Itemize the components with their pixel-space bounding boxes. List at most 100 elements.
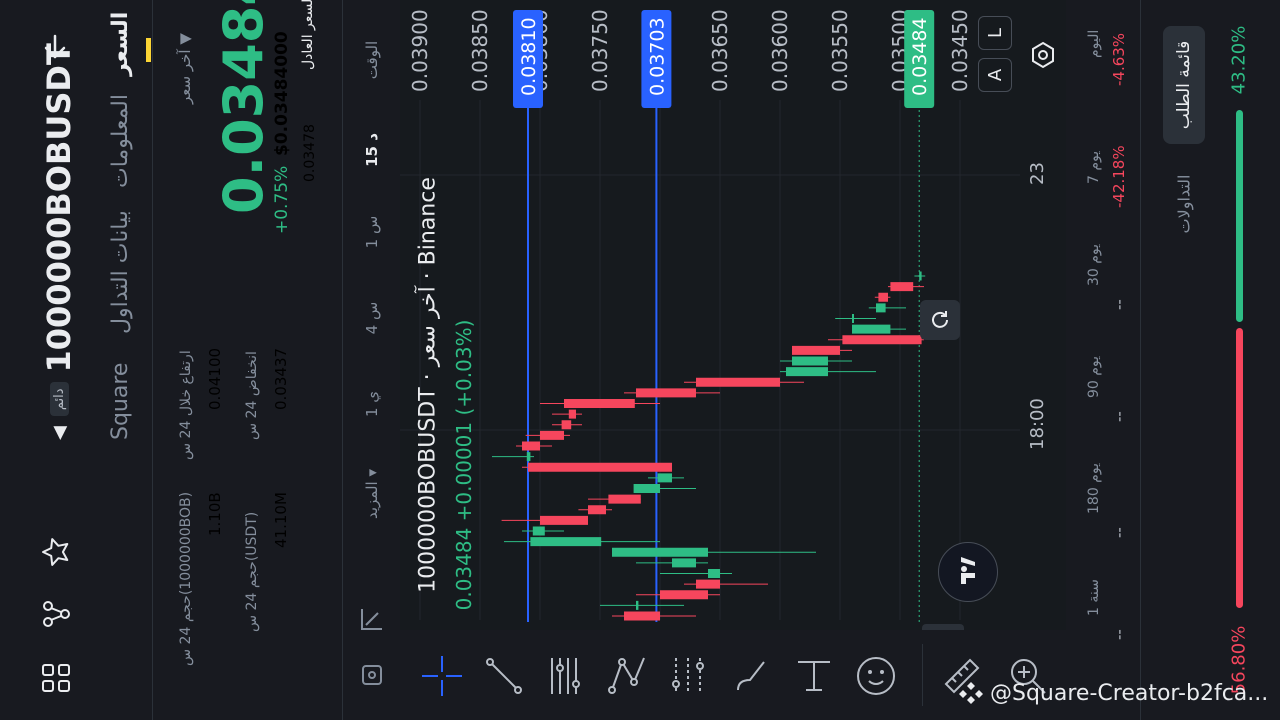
last-price-value: 0.03484 [212, 0, 275, 214]
candle-body [526, 452, 531, 462]
alert-price-tag: 0.03810 [518, 17, 540, 96]
buy-percent: 43.20% [1228, 25, 1250, 95]
tab-trading-data[interactable]: بيانات التداول [108, 210, 133, 334]
vol-base-value: 1.10B [206, 492, 224, 536]
candle-body [792, 345, 840, 355]
candle-body [919, 271, 922, 281]
price-axis-label: 0.03750 [588, 9, 612, 92]
log-scale-button[interactable]: L [978, 16, 1012, 50]
period-change: -4.63% [1110, 32, 1128, 86]
candle-body [876, 303, 886, 313]
timeframe-bar: الوقت 15 د 1 س 4 س 1 ي المزيد ▾ [342, 0, 401, 720]
time-axis-label: 18:00 [1027, 398, 1048, 450]
candle-body [528, 462, 672, 472]
timeframe-1d[interactable]: 1 ي [363, 391, 381, 417]
tab-price[interactable]: السعر [108, 12, 133, 76]
settings-hex-icon[interactable] [1028, 40, 1058, 70]
high-24h-value: 0.04100 [206, 347, 224, 410]
period-change: -- [1110, 629, 1128, 640]
candle-body [792, 356, 828, 366]
price-change: +0.75% [272, 165, 292, 234]
low-24h-value: 0.03437 [272, 347, 290, 410]
vol-quote-value: 41.10M [272, 492, 290, 548]
period-change: -- [1110, 411, 1128, 422]
candle-body [636, 388, 696, 398]
period-label: 180 يوم [1086, 463, 1102, 514]
candle-body [530, 537, 602, 547]
tab-active-indicator [146, 38, 151, 62]
candle-body [708, 569, 720, 578]
price-axis-label: 0.03450 [948, 9, 972, 92]
binance-logo-icon [959, 682, 983, 704]
candle-body [842, 335, 922, 345]
performance-panel: اليوم -4.63% 7 يوم -42.18% 30 يوم -- 90 يوم -- 1… [1066, 0, 1140, 720]
chart-ohlc: 0.03484 +0.00001 (+0.03%) [452, 319, 476, 611]
period-change: -- [1110, 299, 1128, 310]
drawing-toolbar [400, 630, 1066, 720]
candle-body [522, 441, 540, 451]
candle-body [696, 579, 720, 589]
candle-body [696, 377, 780, 387]
drawing-tools-icon[interactable] [359, 606, 385, 632]
candle-body [624, 611, 660, 621]
period-label: 7 يوم [1086, 150, 1102, 184]
reset-chart-icon[interactable] [920, 300, 960, 340]
orderbook-panel: قائمة الطلب التداولات 43.20% 56.80% [1140, 0, 1280, 720]
candle-body [568, 409, 576, 419]
fair-price-label: السعر العادل [300, 0, 316, 70]
tab-orderbook-label: قائمة الطلب [1174, 40, 1194, 130]
trend-line-icon[interactable] [482, 654, 526, 698]
tab-trades[interactable]: التداولات [1175, 175, 1194, 234]
usd-price: $0.03484000 [272, 31, 292, 156]
period-change: -42.18% [1110, 145, 1128, 208]
candle-body [660, 590, 708, 600]
candle-body [540, 430, 564, 440]
watermark: @Square-Creator-b2fca... [958, 680, 1268, 706]
period-label: 90 يوم [1086, 355, 1102, 398]
tradingview-logo-icon [938, 542, 998, 602]
toolbar-divider [922, 644, 923, 706]
candle-body [540, 515, 588, 525]
price-axis-label: 0.03550 [828, 9, 852, 92]
price-axis-label: 0.03900 [408, 9, 432, 92]
price-axis-label: 0.03650 [708, 9, 732, 92]
text-tool-icon[interactable] [792, 654, 836, 698]
fib-icon[interactable] [544, 654, 588, 698]
candle-body [532, 526, 545, 536]
timeframe-time[interactable]: الوقت [363, 41, 381, 79]
candle-body [657, 473, 672, 483]
buy-ratio-bar [1236, 110, 1243, 323]
candle-body [564, 399, 635, 408]
emoji-icon[interactable] [854, 654, 898, 698]
candle-body [852, 314, 854, 323]
price-axis-label: 0.03850 [468, 9, 492, 92]
performance-list: اليوم -4.63% 7 يوم -42.18% 30 يوم -- 90 يوم -- 1… [1066, 0, 1140, 720]
high-24h-label: ارتفاع خلال 24 س [178, 350, 194, 460]
candle-body [608, 494, 641, 504]
pattern-icon[interactable] [606, 654, 650, 698]
timeframe-more[interactable]: المزيد ▾ [363, 469, 381, 519]
candlestick-chart[interactable]: 0.039000.038500.038000.037500.037000.036… [400, 0, 1066, 630]
tab-square[interactable]: Square [108, 363, 133, 440]
chart-settings-icon[interactable] [359, 662, 385, 688]
fair-price-value: 0.03478 [302, 124, 318, 182]
candle-body [852, 324, 891, 334]
timeframe-4h[interactable]: 4 س [363, 302, 381, 335]
prediction-icon[interactable] [668, 654, 712, 698]
auto-scale-button[interactable]: A [978, 58, 1012, 92]
sell-ratio-bar [1236, 328, 1243, 608]
period-label: 30 يوم [1086, 243, 1102, 286]
timeframe-15m[interactable]: 15 د [363, 133, 381, 167]
candle-body [588, 505, 606, 515]
crosshair-icon[interactable] [420, 654, 464, 698]
tab-orderbook[interactable]: قائمة الطلب [1163, 26, 1205, 144]
period-change: -- [1110, 527, 1128, 538]
candle-body [786, 367, 828, 377]
chart-area[interactable]: 0.039000.038500.038000.037500.037000.036… [400, 0, 1066, 720]
tab-info[interactable]: المعلومات [108, 94, 133, 188]
timeframe-1h[interactable]: 1 س [363, 216, 381, 249]
last-price-label[interactable]: آخر سعر ▼ [176, 33, 194, 104]
last-price-tag: 0.03484 [909, 17, 931, 96]
watermark-text: @Square-Creator-b2fca... [990, 680, 1269, 706]
brush-icon[interactable] [730, 654, 774, 698]
